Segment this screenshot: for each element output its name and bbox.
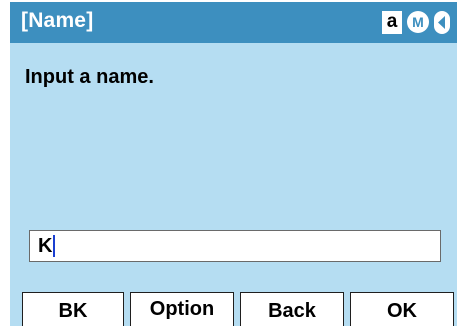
option-softkey[interactable]: Option bbox=[130, 292, 234, 326]
input-value: K bbox=[38, 235, 56, 257]
input-mode-alpha-icon: a bbox=[382, 11, 402, 34]
bk-softkey[interactable]: BK bbox=[22, 292, 124, 326]
prompt-text: Input a name. bbox=[25, 66, 154, 88]
input-mode-m-icon: M bbox=[407, 11, 429, 33]
content-area: Input a name. K bbox=[10, 43, 457, 286]
title-bar: [Name] a M bbox=[10, 2, 457, 43]
phone-display: [Name] a M Input a name. K BK Option Bac… bbox=[0, 0, 457, 326]
back-softkey[interactable]: Back bbox=[240, 292, 344, 326]
name-input[interactable]: K bbox=[29, 230, 441, 262]
input-value-text: K bbox=[38, 235, 53, 257]
softkey-bar: BK Option Back OK bbox=[10, 286, 457, 326]
screen-title: [Name] bbox=[21, 9, 94, 32]
ok-softkey[interactable]: OK bbox=[350, 292, 454, 326]
text-caret bbox=[53, 235, 56, 257]
triangle-left-icon bbox=[434, 11, 450, 34]
